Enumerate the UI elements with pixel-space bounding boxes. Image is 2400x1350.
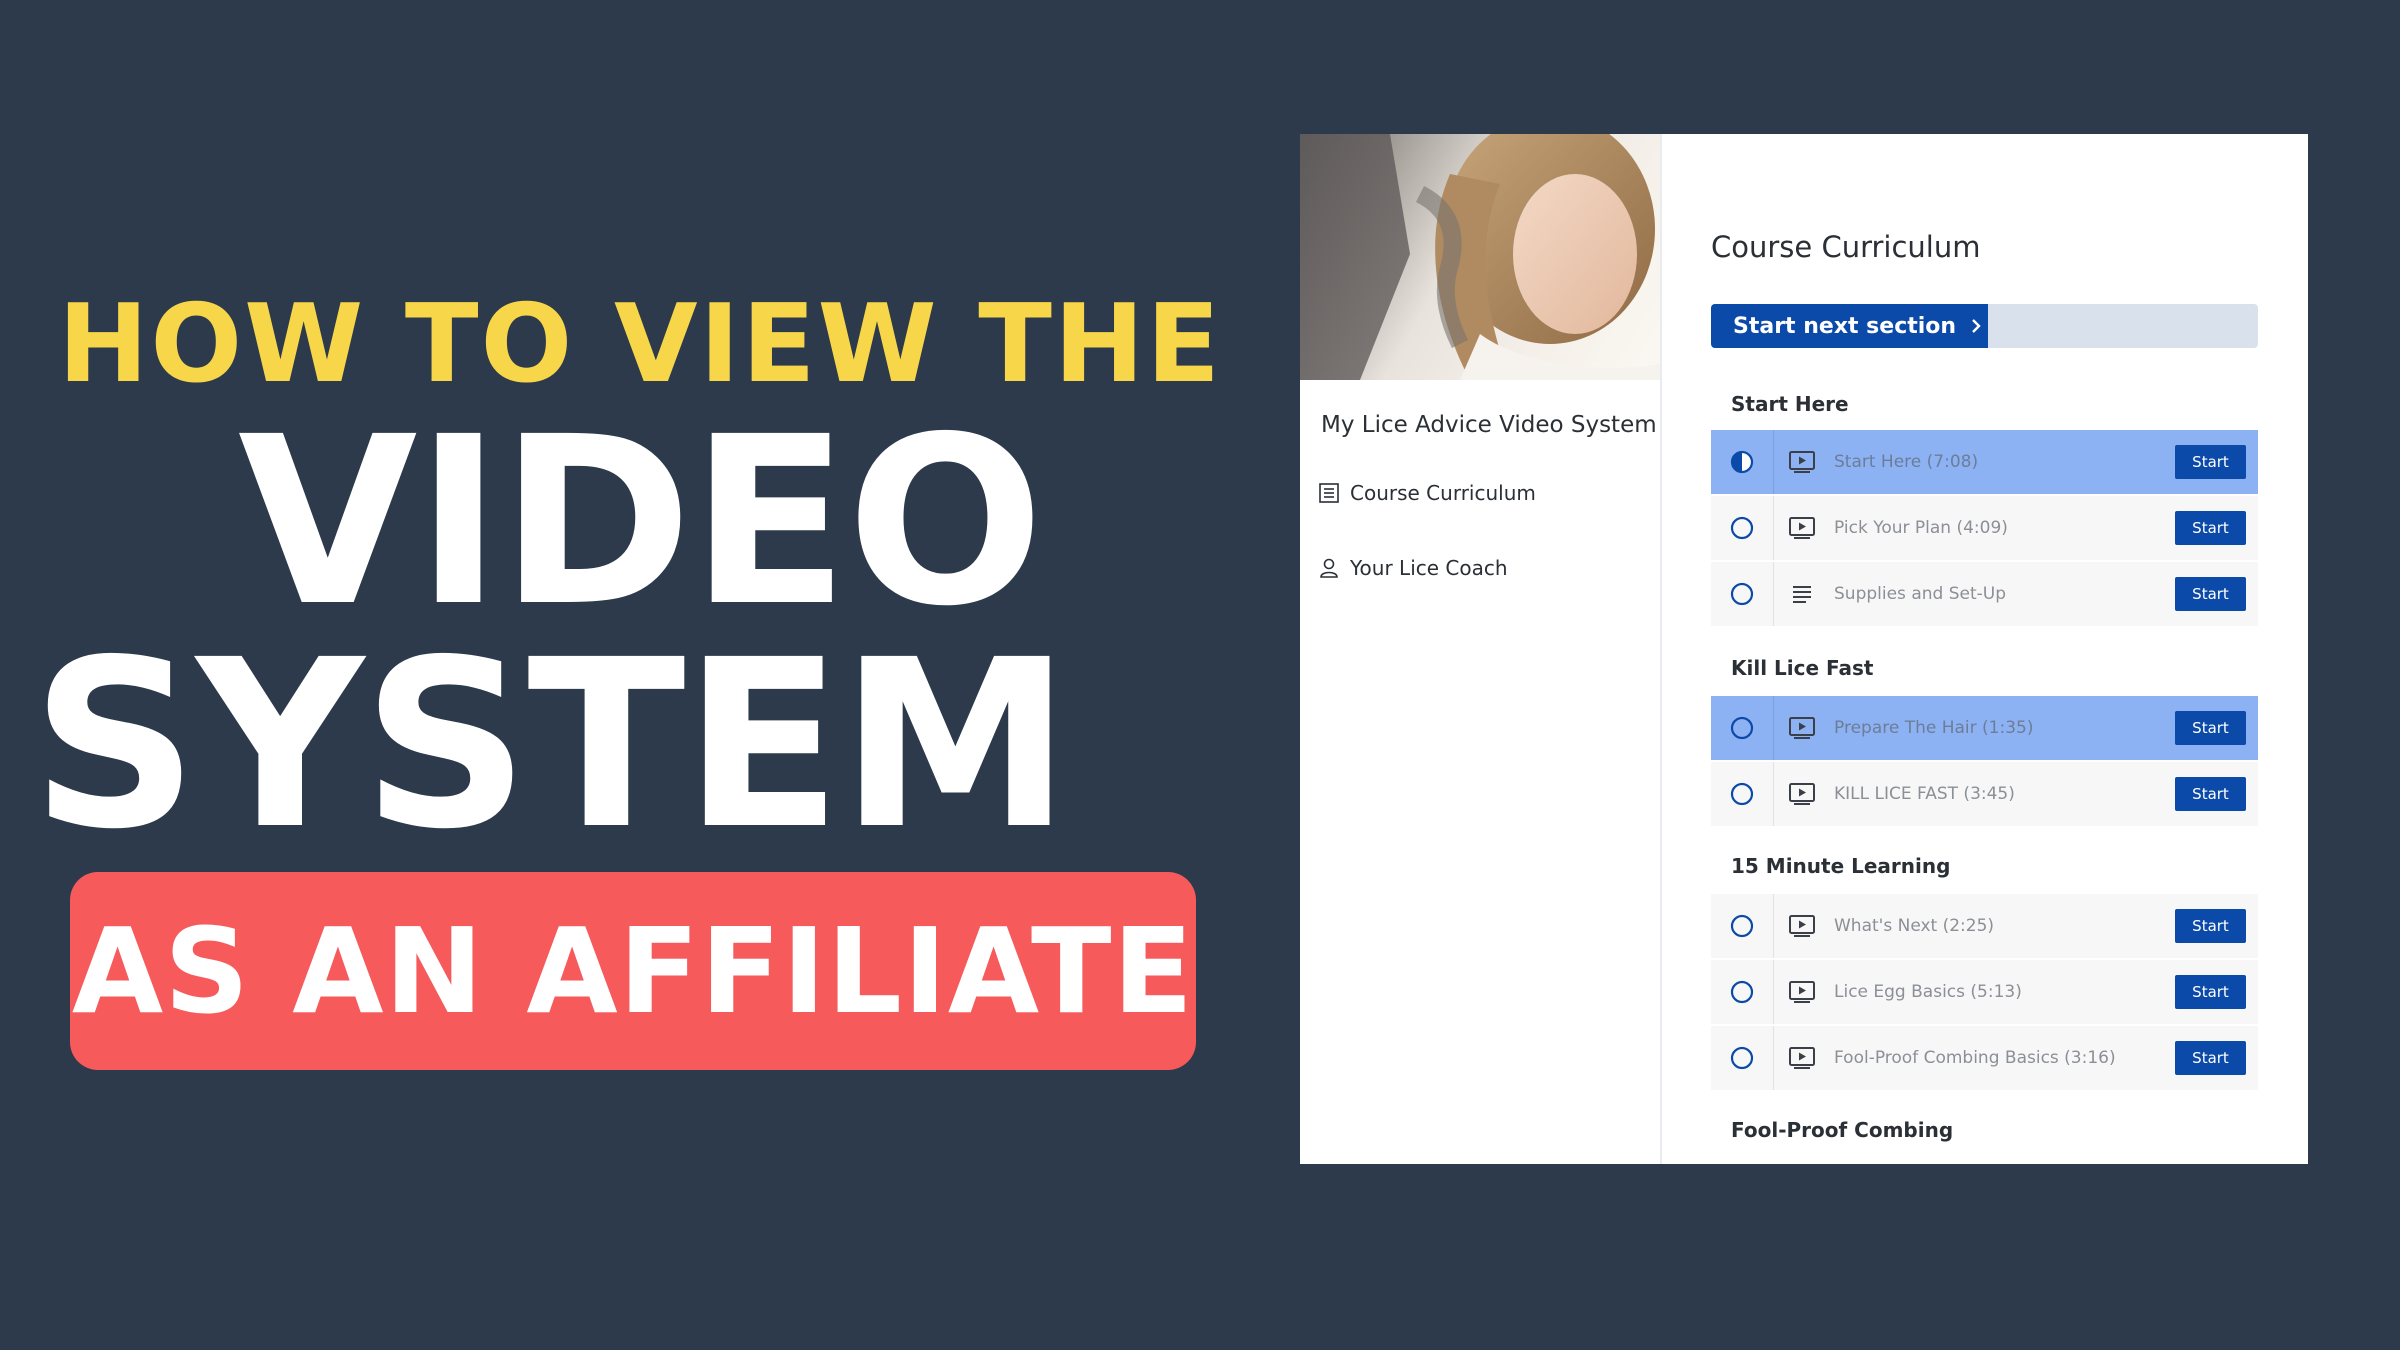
lesson-title: Supplies and Set-Up: [1834, 584, 2006, 604]
radio-empty-icon: [1730, 782, 1754, 806]
lesson-status-cell: [1711, 1026, 1774, 1090]
lesson-start-button[interactable]: Start: [2175, 445, 2246, 479]
affiliate-banner: AS AN AFFILIATE: [70, 872, 1196, 1070]
affiliate-banner-text: AS AN AFFILIATE: [71, 902, 1195, 1040]
user-icon: [1320, 558, 1338, 578]
lesson-row[interactable]: Lice Egg Basics (5:13) Start: [1711, 960, 2258, 1024]
lesson-title: Pick Your Plan (4:09): [1834, 518, 2008, 538]
headline-line-3: SYSTEM: [31, 610, 1071, 880]
lesson-type-cell: [1782, 980, 1822, 1004]
sidebar-item-course-curriculum[interactable]: Course Curriculum: [1318, 481, 1536, 505]
radio-empty-icon: [1730, 1046, 1754, 1070]
sidebar-item-label: Your Lice Coach: [1350, 556, 1508, 580]
lesson-row[interactable]: Pick Your Plan (4:09) Start: [1711, 496, 2258, 560]
start-next-section-label: Start next section: [1733, 313, 1957, 339]
lesson-start-button[interactable]: Start: [2175, 1041, 2246, 1075]
course-panel: My Lice Advice Video System Course Curri…: [1300, 134, 2308, 1164]
lesson-row[interactable]: Start Here (7:08) Start: [1711, 430, 2258, 494]
video-icon: [1789, 1047, 1815, 1069]
start-next-section-button[interactable]: Start next section: [1711, 304, 2004, 348]
lesson-type-cell: [1782, 450, 1822, 474]
lesson-status-cell: [1711, 762, 1774, 826]
lesson-title: Fool-Proof Combing Basics (3:16): [1834, 1048, 2116, 1068]
list-icon: [1319, 483, 1339, 503]
sidebar-item-label: Course Curriculum: [1350, 481, 1536, 505]
radio-empty-icon: [1730, 516, 1754, 540]
lesson-type-cell: [1782, 716, 1822, 740]
video-icon: [1789, 717, 1815, 739]
lesson-start-button[interactable]: Start: [2175, 975, 2246, 1009]
lesson-start-button[interactable]: Start: [2175, 577, 2246, 611]
lesson-type-cell: [1782, 914, 1822, 938]
text-lines-icon: [1793, 586, 1811, 603]
lesson-start-button[interactable]: Start: [2175, 909, 2246, 943]
lesson-status-cell: [1711, 496, 1774, 560]
lesson-type-cell: [1782, 582, 1822, 606]
lesson-row[interactable]: Fool-Proof Combing Basics (3:16) Start: [1711, 1026, 2258, 1090]
sidebar-item-your-lice-coach[interactable]: Your Lice Coach: [1318, 556, 1508, 580]
curriculum-main: Course Curriculum Start next section Sta…: [1663, 134, 2308, 1164]
lesson-row[interactable]: What's Next (2:25) Start: [1711, 894, 2258, 958]
course-sidebar: My Lice Advice Video System Course Curri…: [1300, 134, 1662, 1164]
lesson-title: Prepare The Hair (1:35): [1834, 718, 2034, 738]
cover-photo-illustration: [1300, 134, 1660, 380]
headline-line-2: VIDEO: [237, 387, 1044, 657]
video-icon: [1789, 451, 1815, 473]
section-heading: Kill Lice Fast: [1731, 656, 1874, 680]
course-progress-bar: Start next section: [1711, 304, 2258, 348]
video-icon: [1789, 783, 1815, 805]
lesson-title: What's Next (2:25): [1834, 916, 1995, 936]
lesson-row[interactable]: Supplies and Set-Up Start: [1711, 562, 2258, 626]
course-cover-image: [1300, 134, 1660, 380]
lesson-status-cell: [1711, 696, 1774, 760]
lesson-type-cell: [1782, 782, 1822, 806]
video-icon: [1789, 915, 1815, 937]
lesson-row[interactable]: Prepare The Hair (1:35) Start: [1711, 696, 2258, 760]
radio-empty-icon: [1730, 914, 1754, 938]
lesson-title: KILL LICE FAST (3:45): [1834, 784, 2015, 804]
radio-empty-icon: [1730, 582, 1754, 606]
lesson-start-button[interactable]: Start: [2175, 511, 2246, 545]
section-heading: Start Here: [1731, 392, 1849, 416]
lesson-status-cell: [1711, 430, 1774, 494]
course-title: My Lice Advice Video System: [1321, 412, 1657, 438]
lesson-start-button[interactable]: Start: [2175, 777, 2246, 811]
radio-empty-icon: [1730, 980, 1754, 1004]
section-heading: Fool-Proof Combing: [1731, 1118, 1954, 1142]
lesson-title: Lice Egg Basics (5:13): [1834, 982, 2022, 1002]
headline: HOW TO VIEW THE VIDEO SYSTEM AS AN AFFIL…: [0, 0, 1250, 1350]
lesson-type-cell: [1782, 1046, 1822, 1070]
radio-empty-icon: [1730, 716, 1754, 740]
section-heading: 15 Minute Learning: [1731, 854, 1951, 878]
lesson-start-button[interactable]: Start: [2175, 711, 2246, 745]
lesson-row[interactable]: KILL LICE FAST (3:45) Start: [1711, 762, 2258, 826]
lesson-status-cell: [1711, 960, 1774, 1024]
chevron-right-icon: [1972, 319, 1981, 333]
lesson-status-cell: [1711, 562, 1774, 626]
curriculum-title: Course Curriculum: [1711, 230, 1981, 264]
lesson-status-cell: [1711, 894, 1774, 958]
half-complete-icon: [1730, 450, 1754, 474]
lesson-type-cell: [1782, 516, 1822, 540]
lesson-title: Start Here (7:08): [1834, 452, 1979, 472]
video-icon: [1789, 517, 1815, 539]
video-icon: [1789, 981, 1815, 1003]
